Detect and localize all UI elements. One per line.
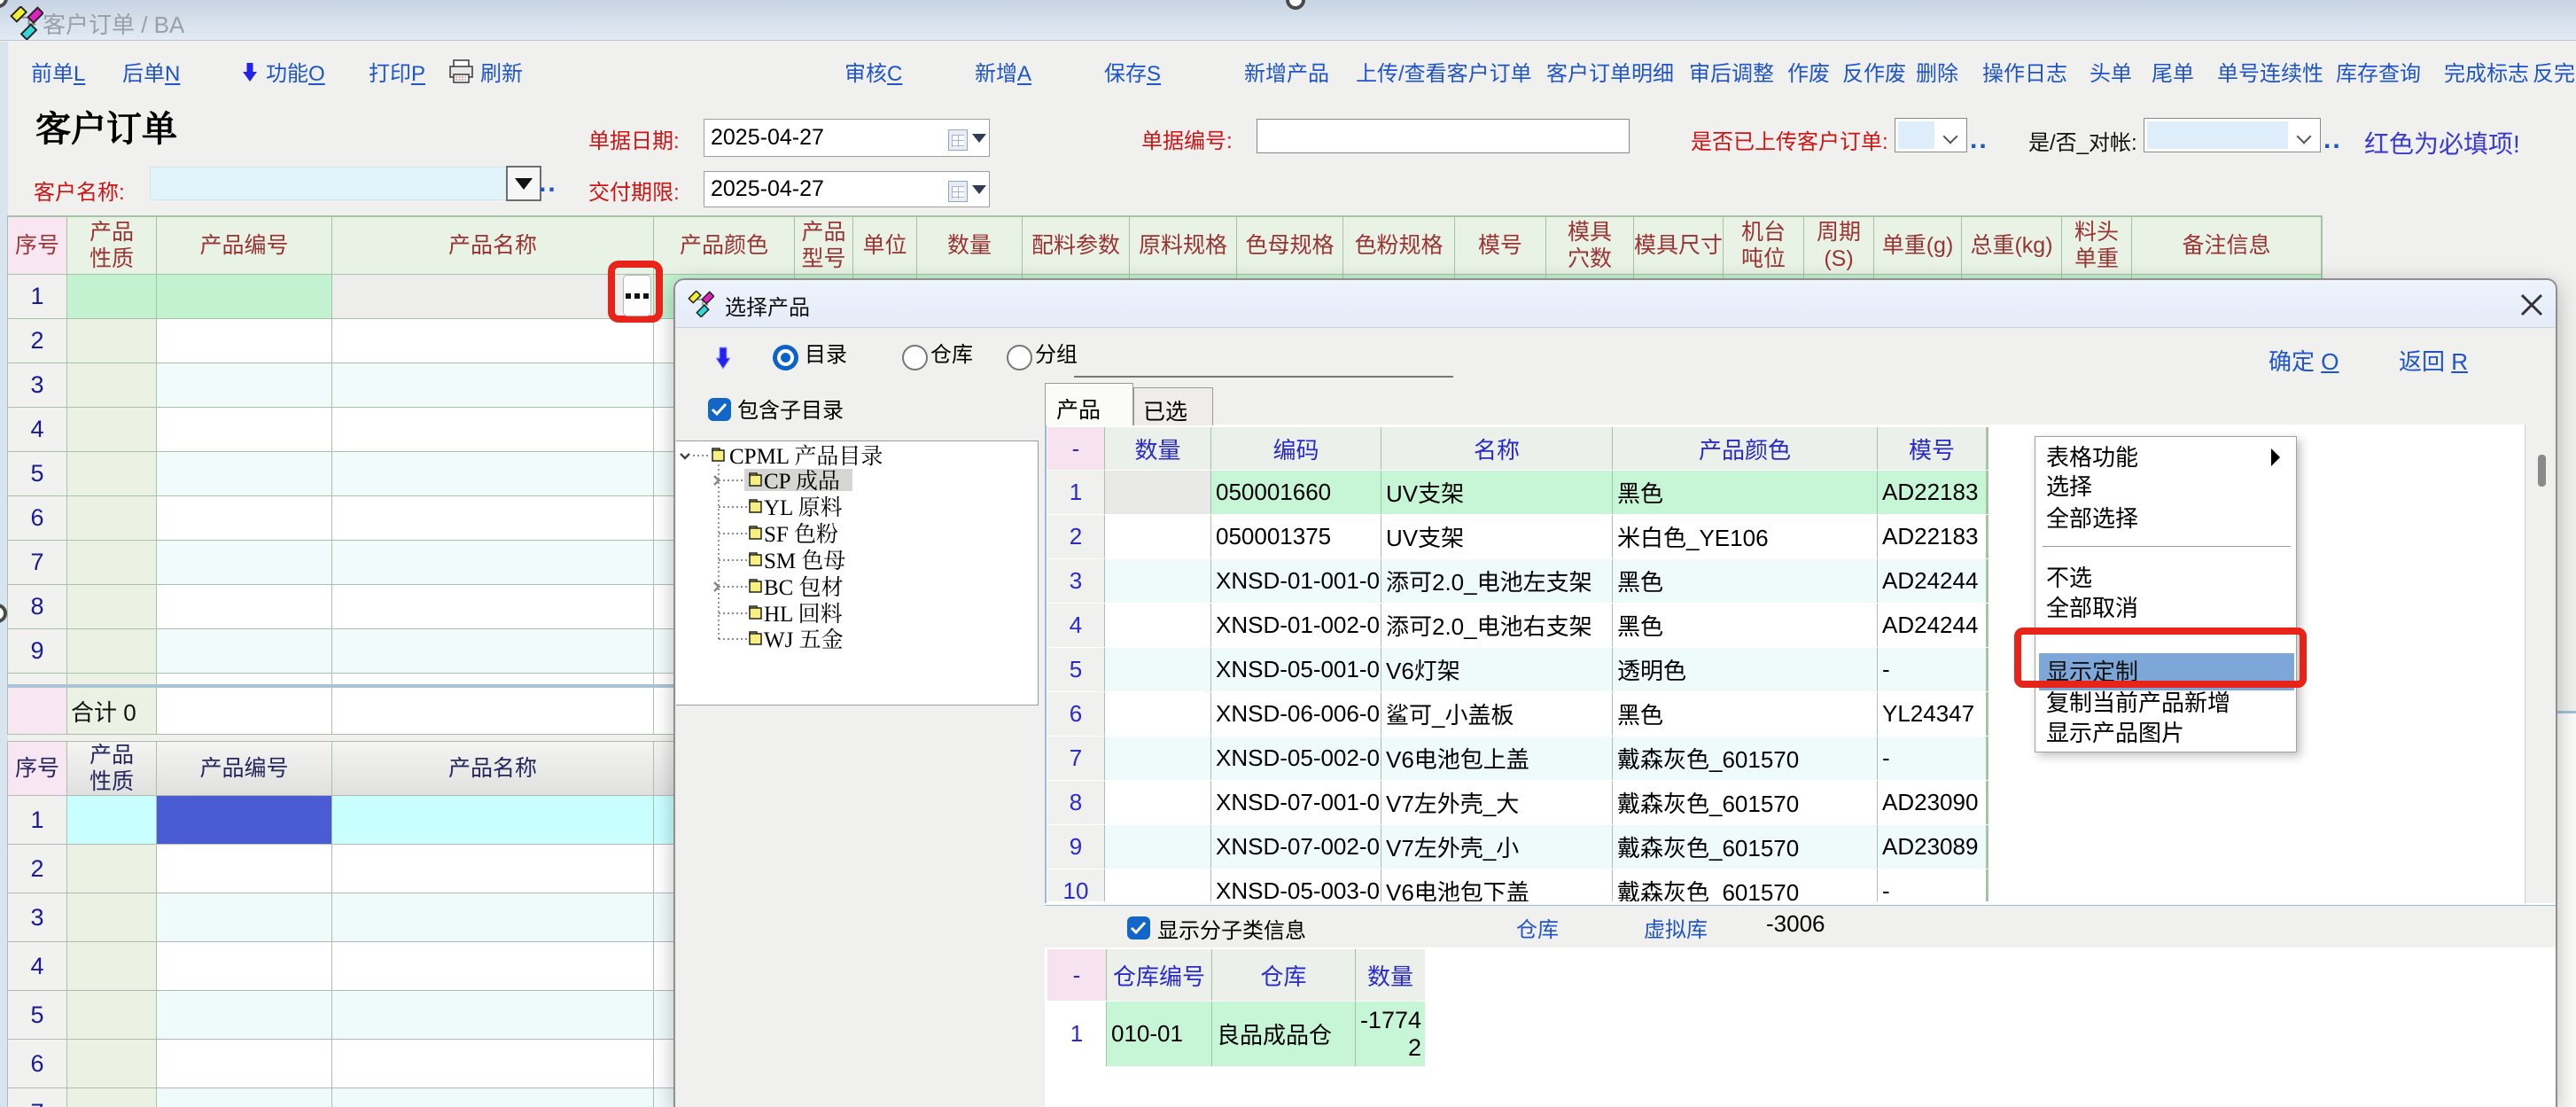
svg-text:CPML 产品目录: CPML 产品目录 (729, 444, 883, 469)
svg-text:客户订单: 客户订单 (35, 109, 177, 149)
svg-text:SF 色粉: SF 色粉 (764, 522, 838, 547)
svg-text:CP 成品: CP 成品 (764, 469, 840, 494)
svg-text:HL 回料: HL 回料 (764, 602, 843, 627)
svg-text:WJ 五金: WJ 五金 (764, 628, 844, 652)
svg-text:SM 色母: SM 色母 (764, 549, 845, 573)
svg-text:BC 包材: BC 包材 (764, 575, 844, 600)
svg-text:YL 原料: YL 原料 (764, 495, 843, 520)
